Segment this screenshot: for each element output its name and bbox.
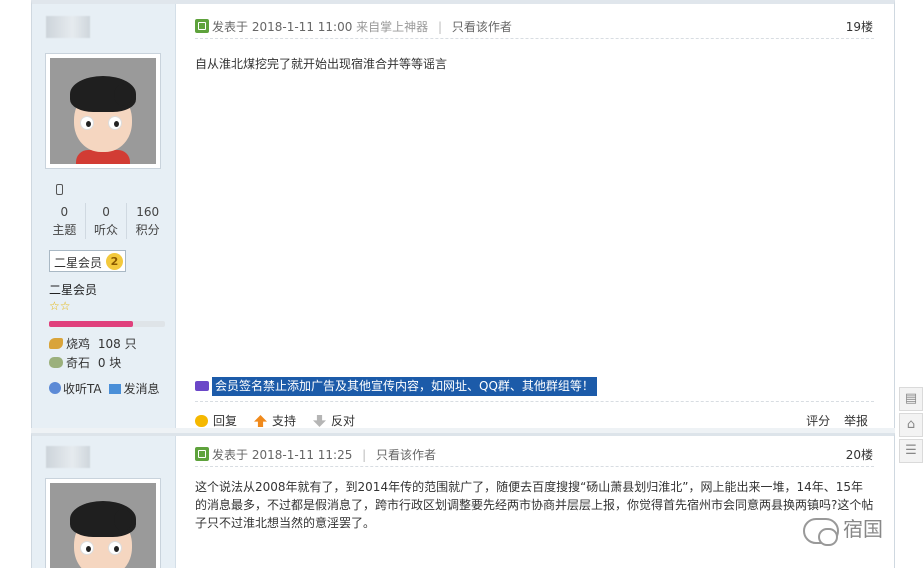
report-link[interactable]: 举报 (844, 414, 868, 428)
only-author-link[interactable]: 只看该作者 (452, 20, 512, 34)
post-source[interactable]: 来自掌上神器 (356, 20, 428, 34)
currency-stone: 奇石 0 块 (49, 354, 121, 371)
mobile-icon (56, 184, 63, 195)
reply-button[interactable]: 回复 (195, 412, 237, 429)
post-19: 0 主题 0 听众 160 积分 二星会员 2 二星会员 ☆☆ 烧鸡 108 只… (31, 0, 895, 428)
member-badge[interactable]: 二星会员 2 (49, 250, 126, 272)
post-20: 发表于 2018-1-11 11:25 | 只看该作者 20楼 这个说法从200… (31, 433, 895, 568)
currency-chicken: 烧鸡 108 只 (49, 335, 137, 352)
post-icon (195, 19, 209, 33)
user-sidebar (32, 436, 176, 568)
floor-number[interactable]: 19楼 (846, 18, 873, 35)
avatar[interactable] (45, 53, 161, 169)
post-date: 2018-1-11 11:00 (251, 20, 353, 34)
user-stats: 0 主题 0 听众 160 积分 (44, 203, 168, 239)
stone-icon (49, 357, 63, 368)
back-to-top-icon[interactable]: ⌂ (899, 413, 923, 437)
stat-topics[interactable]: 0 主题 (44, 203, 85, 239)
post-icon (195, 447, 209, 461)
post-meta: 发表于 2018-1-11 11:00 来自掌上神器 | 只看该作者 19楼 (195, 17, 874, 39)
post-content: 发表于 2018-1-11 11:00 来自掌上神器 | 只看该作者 19楼 自… (195, 4, 874, 432)
thumb-up-icon (254, 415, 267, 427)
username-blurred (46, 446, 90, 468)
chicken-icon (49, 338, 63, 349)
follow-link[interactable]: 收听TA (49, 382, 104, 396)
only-author-link[interactable]: 只看该作者 (376, 448, 436, 462)
send-message-link[interactable]: 发消息 (109, 382, 161, 396)
post-message: 这个说法从2008年就有了，到2014年传的范围就广了，随便去百度搜搜“砀山萧县… (195, 480, 874, 530)
post-message: 自从淮北煤挖完了就开始出现宿淮合并等等谣言 (195, 57, 448, 71)
signature: 会员签名禁止添加广告及其他宣传内容，如网址、QQ群、其他群组等！ (195, 377, 597, 397)
oppose-button[interactable]: 反对 (313, 412, 355, 429)
thumb-down-icon (313, 415, 326, 427)
rank-title: 二星会员 (49, 283, 98, 297)
reply-icon (195, 415, 208, 427)
post-meta: 发表于 2018-1-11 11:25 | 只看该作者 20楼 (195, 445, 874, 467)
stat-followers[interactable]: 0 听众 (84, 203, 127, 239)
list-icon[interactable]: ☰ (899, 439, 923, 463)
watermark: 宿国 (803, 513, 883, 546)
signature-icon (195, 381, 209, 391)
level-progress-bar (49, 321, 165, 327)
wechat-logo-icon (803, 517, 839, 546)
user-sidebar: 0 主题 0 听众 160 积分 二星会员 2 二星会员 ☆☆ 烧鸡 108 只… (32, 4, 176, 428)
follow-icon (49, 382, 61, 394)
mail-icon (109, 384, 122, 394)
rank-stars-icon: ☆☆ (49, 299, 71, 313)
comment-icon[interactable]: ▤ (899, 387, 923, 411)
support-button[interactable]: 支持 (254, 412, 296, 429)
post-date: 2018-1-11 11:25 (251, 448, 353, 462)
avatar[interactable] (45, 478, 161, 568)
username-blurred (46, 16, 90, 38)
forum-thread-page: 0 主题 0 听众 160 积分 二星会员 2 二星会员 ☆☆ 烧鸡 108 只… (0, 0, 923, 568)
stat-points[interactable]: 160 积分 (126, 203, 168, 239)
rate-link[interactable]: 评分 (806, 414, 830, 428)
floor-number[interactable]: 20楼 (846, 446, 873, 463)
post-content: 发表于 2018-1-11 11:25 | 只看该作者 20楼 这个说法从200… (195, 436, 874, 568)
badge-level-icon: 2 (106, 253, 123, 270)
side-toolbar: ▤ ⌂ ☰ (899, 387, 923, 463)
user-links: 收听TA 发消息 (49, 380, 163, 397)
